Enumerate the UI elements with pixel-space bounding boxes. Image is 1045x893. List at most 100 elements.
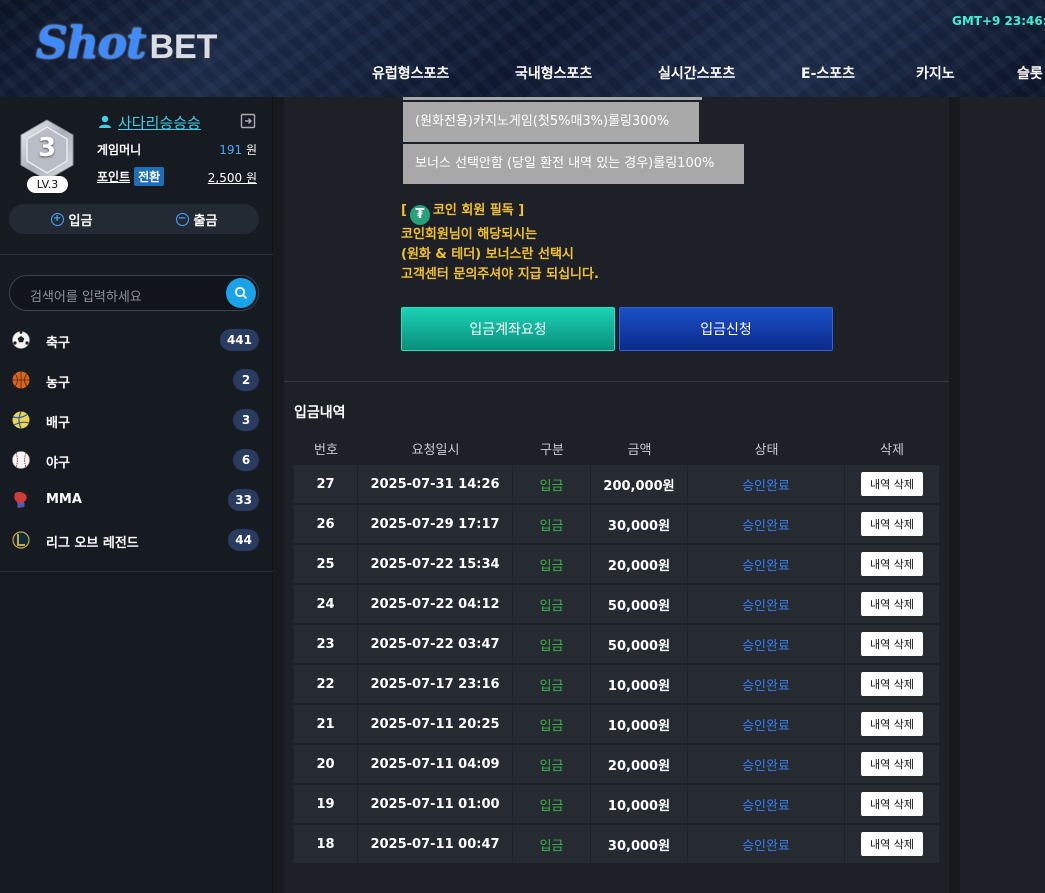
points-label[interactable]: 포인트 (97, 170, 130, 184)
cell-request-date: 2025-07-11 00:47 (358, 825, 513, 863)
level-badge: 3 (19, 119, 75, 181)
table-row: 26 2025-07-29 17:17 입금 30,000원 승인완료 내역 삭제 (294, 505, 939, 543)
bonus-option-partial[interactable] (403, 97, 702, 100)
cell-number: 21 (294, 705, 358, 743)
sport-item-soccer[interactable]: 축구 441 (0, 320, 273, 360)
cell-number: 24 (294, 585, 358, 623)
cell-amount: 20,000원 (591, 745, 688, 783)
server-clock: GMT+9 23:46:27 (952, 14, 1045, 28)
search-input[interactable]: 검색어를 입력하세요 (30, 286, 142, 305)
cell-request-date: 2025-07-22 15:34 (358, 545, 513, 583)
tether-icon: ₮ (409, 205, 430, 225)
cell-delete: 내역 삭제 (845, 545, 939, 583)
sport-item-mma[interactable]: MMA 33 (0, 480, 273, 520)
delete-history-button[interactable]: 내역 삭제 (861, 712, 923, 736)
notice-line: 고객센터 문의주셔야 지급 되십니다. (401, 267, 599, 282)
cell-request-date: 2025-07-22 04:12 (358, 585, 513, 623)
delete-history-button[interactable]: 내역 삭제 (861, 832, 923, 856)
delete-history-button[interactable]: 내역 삭제 (861, 632, 923, 656)
withdraw-label: 출금 (193, 213, 218, 229)
nav-live-sports[interactable]: 실시간스포츠 (658, 63, 801, 83)
deposit-apply-button[interactable]: 입금신청 (619, 307, 833, 351)
boxing-glove-icon (14, 491, 27, 508)
cell-status: 승인완료 (688, 745, 845, 783)
sport-item-basketball[interactable]: 농구 2 (0, 360, 273, 400)
cell-request-date: 2025-07-17 23:16 (358, 665, 513, 703)
logo-shot-text: Shot (36, 18, 146, 69)
search-box[interactable]: 검색어를 입력하세요 (9, 275, 259, 311)
delete-history-button[interactable]: 내역 삭제 (861, 752, 923, 776)
sidebar: 3 LV.3 사다리승승승 게임머니 191 원 포인트 전환 2,500 원 +… (0, 97, 273, 893)
cell-request-date: 2025-07-11 04:09 (358, 745, 513, 783)
delete-history-button[interactable]: 내역 삭제 (861, 512, 923, 536)
cell-amount: 10,000원 (591, 785, 688, 823)
sport-name: 배구 (46, 416, 70, 431)
col-type: 구분 (540, 442, 564, 458)
cell-amount: 30,000원 (591, 505, 688, 543)
deposit-button[interactable]: + 입금 (9, 204, 134, 234)
cell-amount: 10,000원 (591, 705, 688, 743)
deposit-history-title: 입금내역 (294, 405, 346, 421)
cell-type: 입금 (513, 745, 591, 783)
shotbet-logo[interactable]: Shot BET (36, 18, 217, 74)
search-icon (234, 286, 248, 300)
level-number: 3 (37, 133, 57, 163)
deposit-label: 입금 (68, 213, 93, 229)
cell-delete: 내역 삭제 (845, 785, 939, 823)
nav-european-sports[interactable]: 유럽형스포츠 (372, 63, 515, 83)
withdraw-button[interactable]: − 출금 (134, 204, 259, 234)
notice-bracket: [ (401, 203, 407, 218)
cell-number: 18 (294, 825, 358, 863)
lol-icon (12, 531, 30, 549)
sport-name: 축구 (46, 336, 70, 351)
sport-item-volleyball[interactable]: 배구 3 (0, 400, 273, 440)
nav-domestic-sports[interactable]: 국내형스포츠 (515, 63, 658, 83)
minus-circle-icon: − (175, 212, 189, 226)
bonus-option-casino[interactable]: (원화전용)카지노게임(첫5%매3%)롤링300% (403, 102, 699, 142)
delete-history-button[interactable]: 내역 삭제 (861, 472, 923, 496)
cell-status: 승인완료 (688, 705, 845, 743)
nav-slot[interactable]: 슬롯 (1017, 63, 1043, 83)
notice-line: (원화 & 테더) 보너스란 선택시 (401, 247, 574, 262)
cell-status: 승인완료 (688, 545, 845, 583)
points-row: 포인트 전환 (97, 167, 165, 186)
cell-status: 승인완료 (688, 465, 845, 503)
game-money-amount: 191 (219, 143, 243, 157)
cell-number: 20 (294, 745, 358, 783)
sidebar-divider (0, 571, 273, 572)
cell-delete: 내역 삭제 (845, 585, 939, 623)
nav-casino[interactable]: 카지노 (916, 63, 1017, 83)
cell-type: 입금 (513, 545, 591, 583)
cell-amount: 30,000원 (591, 825, 688, 863)
sport-item-baseball[interactable]: 야구 6 (0, 440, 273, 480)
account-request-button[interactable]: 입금계좌요청 (401, 307, 615, 351)
delete-history-button[interactable]: 내역 삭제 (861, 552, 923, 576)
table-row: 18 2025-07-11 00:47 입금 30,000원 승인완료 내역 삭제 (294, 825, 939, 863)
cell-delete: 내역 삭제 (845, 665, 939, 703)
cell-amount: 50,000원 (591, 585, 688, 623)
cell-type: 입금 (513, 665, 591, 703)
sport-count: 6 (233, 449, 259, 471)
convert-points-button[interactable]: 전환 (134, 167, 165, 186)
logout-icon[interactable] (240, 113, 256, 129)
delete-history-button[interactable]: 내역 삭제 (861, 792, 923, 816)
sport-item-lol[interactable]: 리그 오브 레전드 44 (0, 520, 273, 560)
username-link[interactable]: 사다리승승승 (118, 112, 201, 133)
sport-count: 3 (233, 409, 259, 431)
table-row: 19 2025-07-11 01:00 입금 10,000원 승인완료 내역 삭제 (294, 785, 939, 823)
cell-number: 22 (294, 665, 358, 703)
currency-unit: 원 (245, 143, 257, 157)
deposit-withdraw-bar: + 입금 − 출금 (9, 204, 259, 234)
coin-member-notice: [₮ 코인 회원 필독 ] 코인회원님이 해당되시는 (원화 & 테더) 보너스란… (401, 201, 599, 285)
cell-type: 입금 (513, 585, 591, 623)
nav-esports[interactable]: E-스포츠 (801, 63, 916, 83)
delete-history-button[interactable]: 내역 삭제 (861, 592, 923, 616)
delete-history-button[interactable]: 내역 삭제 (861, 672, 923, 696)
cell-number: 25 (294, 545, 358, 583)
level-label: LV.3 (27, 176, 68, 193)
cell-type: 입금 (513, 465, 591, 503)
search-button[interactable] (226, 278, 256, 308)
table-row: 20 2025-07-11 04:09 입금 20,000원 승인완료 내역 삭제 (294, 745, 939, 783)
cell-amount: 20,000원 (591, 545, 688, 583)
bonus-option-none[interactable]: 보너스 선택안함 (당일 환전 내역 있는 경우)롤링100% (403, 144, 744, 184)
